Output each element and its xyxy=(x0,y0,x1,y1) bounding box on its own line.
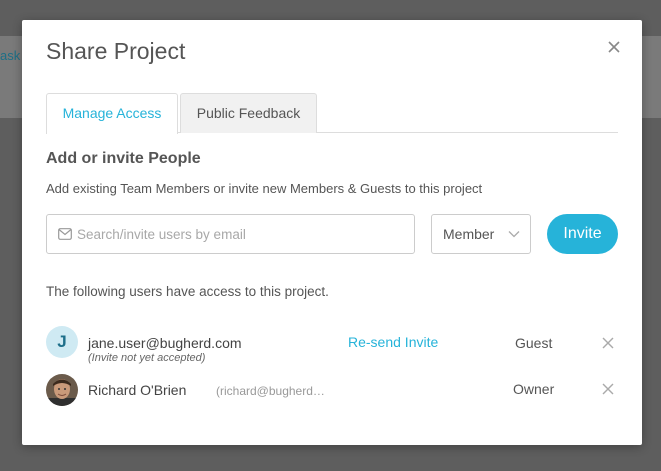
user-row: J jane.user@bugherd.com (Invite not yet … xyxy=(46,326,618,366)
share-project-modal: Share Project Manage Access Public Feedb… xyxy=(22,20,642,445)
resend-invite-link[interactable]: Re-send Invite xyxy=(348,334,438,350)
remove-user-button[interactable] xyxy=(601,382,615,396)
avatar xyxy=(46,374,78,406)
tab-public-feedback[interactable]: Public Feedback xyxy=(180,93,317,133)
tab-manage-access[interactable]: Manage Access xyxy=(46,93,178,134)
user-email: jane.user@bugherd.com xyxy=(88,335,242,351)
close-icon xyxy=(602,337,614,349)
invite-status: (Invite not yet accepted) xyxy=(88,352,206,364)
role-dropdown[interactable]: Member xyxy=(431,214,531,254)
search-input[interactable] xyxy=(77,216,407,252)
user-row: Richard O'Brien (richard@bugherd… Owner xyxy=(46,374,618,414)
search-invite-field[interactable] xyxy=(46,214,415,254)
close-button[interactable] xyxy=(604,37,624,57)
chevron-down-icon xyxy=(508,231,520,238)
role-selected-value: Member xyxy=(443,226,495,242)
background-task-link: ask xyxy=(0,48,21,63)
avatar: J xyxy=(46,326,78,358)
modal-title: Share Project xyxy=(46,38,186,64)
close-icon xyxy=(602,383,614,395)
section-title: Add or invite People xyxy=(46,150,201,167)
remove-user-button[interactable] xyxy=(601,336,615,350)
section-description: Add existing Team Members or invite new … xyxy=(46,181,483,196)
close-icon xyxy=(608,41,620,53)
user-name: Richard O'Brien xyxy=(88,382,187,398)
access-note: The following users have access to this … xyxy=(46,284,329,299)
user-role: Owner xyxy=(513,381,555,397)
user-role[interactable]: Guest xyxy=(515,335,552,351)
invite-button[interactable]: Invite xyxy=(547,214,618,254)
envelope-icon xyxy=(58,228,72,240)
user-email: (richard@bugherd… xyxy=(216,384,325,398)
tab-bar: Manage Access Public Feedback xyxy=(46,93,618,134)
